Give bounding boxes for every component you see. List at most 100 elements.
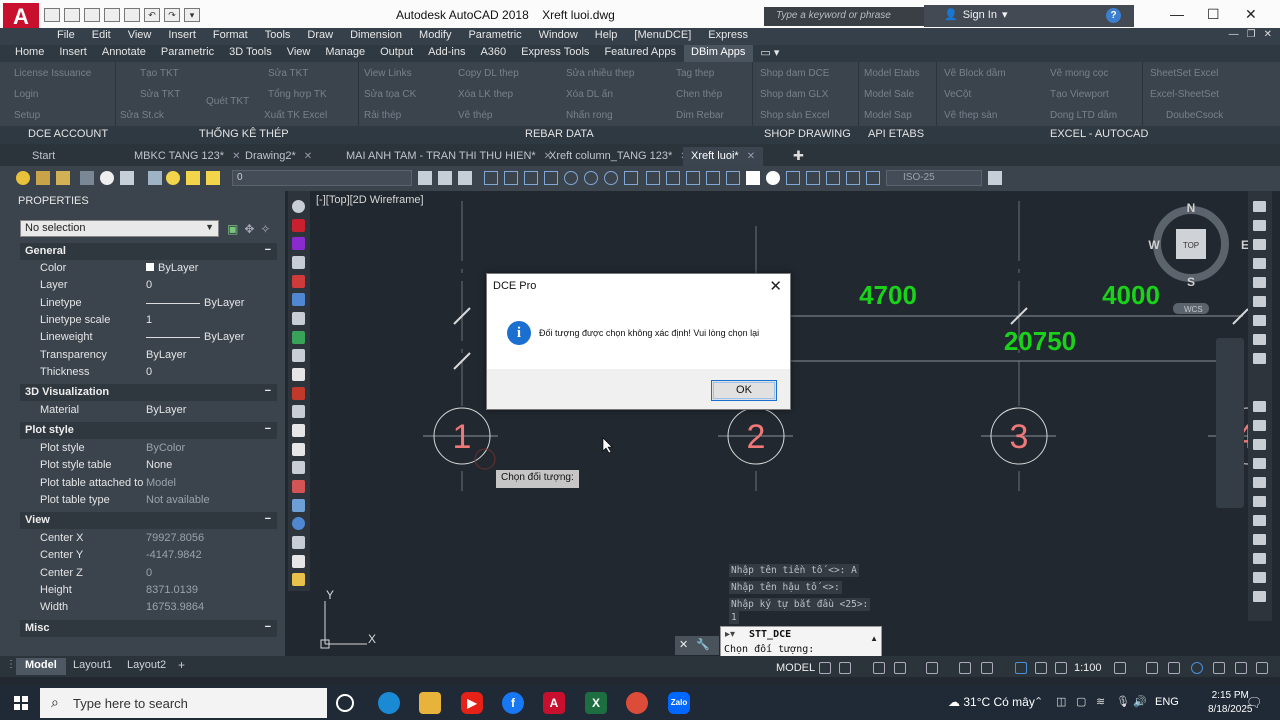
- dce-tool-icon[interactable]: [292, 256, 305, 269]
- doc-tab-xreft-luoi[interactable]: Xreft luoi* ✕: [683, 147, 764, 166]
- dce-tool-icon[interactable]: [292, 312, 305, 325]
- model-etabs-button[interactable]: Model Etabs: [864, 68, 920, 79]
- dce-tool-icon[interactable]: [292, 424, 305, 437]
- rai-thep-button[interactable]: Rải thép: [364, 110, 401, 121]
- tab-express-tools[interactable]: Express Tools: [514, 45, 597, 62]
- new-tab-icon[interactable]: ✚: [793, 148, 804, 164]
- palette-tool-icon[interactable]: [1253, 220, 1266, 231]
- dce-tool-icon[interactable]: [292, 331, 305, 344]
- tab-parametric[interactable]: Parametric: [154, 45, 222, 62]
- dim-rebar-button[interactable]: Dim Rebar: [676, 110, 724, 121]
- new-file-icon[interactable]: [44, 8, 60, 22]
- property-row[interactable]: Transparency ByLayer: [20, 347, 277, 364]
- customization-icon[interactable]: [1256, 662, 1268, 674]
- vecot-button[interactable]: VeCột: [944, 89, 971, 100]
- property-value[interactable]: 1: [146, 314, 152, 326]
- tab-manage[interactable]: Manage: [318, 45, 373, 62]
- collapse-icon[interactable]: −: [265, 244, 271, 256]
- viewcube-south[interactable]: S: [1187, 275, 1195, 289]
- ve-thep-san-button[interactable]: Vẽ thep sàn: [944, 110, 997, 121]
- copy-dl-thep-button[interactable]: Copy DL thep: [458, 68, 519, 79]
- undo-icon[interactable]: ↶: [144, 8, 160, 22]
- save-as-icon[interactable]: [104, 8, 120, 22]
- palette-tool-icon[interactable]: [1253, 315, 1266, 326]
- sign-in-button[interactable]: 👤 Sign In ▾: [944, 8, 1007, 22]
- tab-view[interactable]: View: [280, 45, 319, 62]
- cortana-icon[interactable]: [336, 694, 354, 712]
- model-sale-button[interactable]: Model Sale: [864, 89, 914, 100]
- dce-tool-icon[interactable]: [292, 349, 305, 362]
- facebook-icon[interactable]: f: [502, 692, 524, 714]
- print-icon[interactable]: [124, 8, 140, 22]
- tab-home[interactable]: Home: [8, 45, 52, 62]
- auto-scale-icon[interactable]: [1035, 662, 1047, 674]
- shop-san-excel-button[interactable]: Shop sàn Excel: [760, 110, 830, 121]
- license-issuance-button[interactable]: License Issuance: [14, 68, 91, 79]
- sua-tkt-2-button[interactable]: Sửa TKT: [140, 89, 180, 100]
- doc-tab-mbkc[interactable]: MBKC TANG 123* ✕: [126, 147, 248, 166]
- volume-icon[interactable]: 🔊: [1133, 695, 1147, 708]
- angular-dim-icon[interactable]: [624, 171, 638, 185]
- palette-tool-icon[interactable]: [1253, 534, 1266, 545]
- workspace-gear-icon[interactable]: [1114, 662, 1126, 674]
- xoa-dl-an-button[interactable]: Xóa DL ấn: [566, 89, 613, 100]
- ve-mong-coc-button[interactable]: Vẽ mong cọc: [1050, 68, 1108, 79]
- palette-tool-icon[interactable]: [1253, 496, 1266, 507]
- close-icon[interactable]: ✕: [679, 638, 688, 653]
- dimension-tool-icon[interactable]: [504, 171, 518, 185]
- shop-dam-dce-button[interactable]: Shop dam DCE: [760, 68, 829, 79]
- settings-gear-icon[interactable]: [292, 200, 305, 213]
- clean-screen-icon[interactable]: [1235, 662, 1247, 674]
- collapse-icon[interactable]: −: [265, 385, 271, 397]
- microphone-icon[interactable]: 🎙: [1116, 695, 1130, 708]
- property-row[interactable]: Height 8371.0139: [20, 582, 277, 599]
- dce-tool-icon[interactable]: [292, 499, 305, 512]
- palette-tool-icon[interactable]: [1253, 572, 1266, 583]
- sheetset-excel-button[interactable]: SheetSet Excel: [1150, 68, 1218, 79]
- chevron-up-icon[interactable]: ▲: [870, 634, 878, 643]
- zalo-icon[interactable]: Zalo: [668, 692, 690, 714]
- palette-tool-icon[interactable]: [1253, 477, 1266, 488]
- dce-tool-icon[interactable]: [292, 517, 305, 530]
- setup-button[interactable]: Setup: [14, 110, 40, 121]
- chen-thep-button[interactable]: Chen thép: [676, 89, 722, 100]
- dimension-tool-icon[interactable]: [706, 171, 720, 185]
- tray-chevron-icon[interactable]: ⌃: [1034, 695, 1043, 708]
- open-file-icon[interactable]: [64, 8, 80, 22]
- property-row[interactable]: Plot style ByColor: [20, 440, 277, 457]
- layer-properties-icon[interactable]: [16, 171, 30, 185]
- object-snap-tracking-icon[interactable]: [959, 662, 971, 674]
- sua-nhieu-thep-button[interactable]: Sửa nhiều thep: [566, 68, 634, 79]
- dimension-tool-icon[interactable]: [544, 171, 558, 185]
- palette-tool-icon[interactable]: [1253, 258, 1266, 269]
- dimension-tool-icon[interactable]: [786, 171, 800, 185]
- lightbulb-icon[interactable]: [166, 171, 180, 185]
- property-row[interactable]: Color ByLayer: [20, 260, 277, 277]
- collapse-icon[interactable]: −: [265, 513, 271, 525]
- drawing-minimize-icon[interactable]: —: [1229, 29, 1239, 40]
- dimension-tool-icon[interactable]: [826, 171, 840, 185]
- property-row[interactable]: Plot table type Not available: [20, 492, 277, 509]
- tab-annotate[interactable]: Annotate: [95, 45, 154, 62]
- tong-hop-tk-button[interactable]: Tổng hợp TK: [268, 89, 327, 100]
- menu-dimension[interactable]: Dimension: [342, 28, 411, 45]
- ok-button[interactable]: OK: [711, 380, 777, 401]
- maximize-icon[interactable]: ☐: [1207, 6, 1220, 23]
- property-row[interactable]: Material ByLayer: [20, 402, 277, 419]
- tab-3d-tools[interactable]: 3D Tools: [222, 45, 280, 62]
- palette-tool-icon[interactable]: [1253, 277, 1266, 288]
- view-links-button[interactable]: View Links: [364, 68, 412, 79]
- layer-tool-icon[interactable]: [120, 171, 134, 185]
- tab-layout2[interactable]: Layout2: [118, 658, 175, 675]
- menu-format[interactable]: Format: [205, 28, 257, 45]
- dimension-tool-icon[interactable]: [866, 171, 880, 185]
- dce-tool-icon[interactable]: [292, 555, 305, 568]
- language-indicator[interactable]: ENG: [1155, 696, 1179, 708]
- menu-window[interactable]: Window: [531, 28, 587, 45]
- dce-tool-icon[interactable]: [292, 573, 305, 586]
- circle-dim-icon[interactable]: [564, 171, 578, 185]
- doc-tab-drawing2[interactable]: Drawing2* ✕: [237, 147, 320, 166]
- toggle-pickadd-icon[interactable]: ▣: [227, 222, 238, 236]
- annotation-visibility-icon[interactable]: [1015, 662, 1027, 674]
- select-objects-icon[interactable]: ✥: [244, 222, 254, 236]
